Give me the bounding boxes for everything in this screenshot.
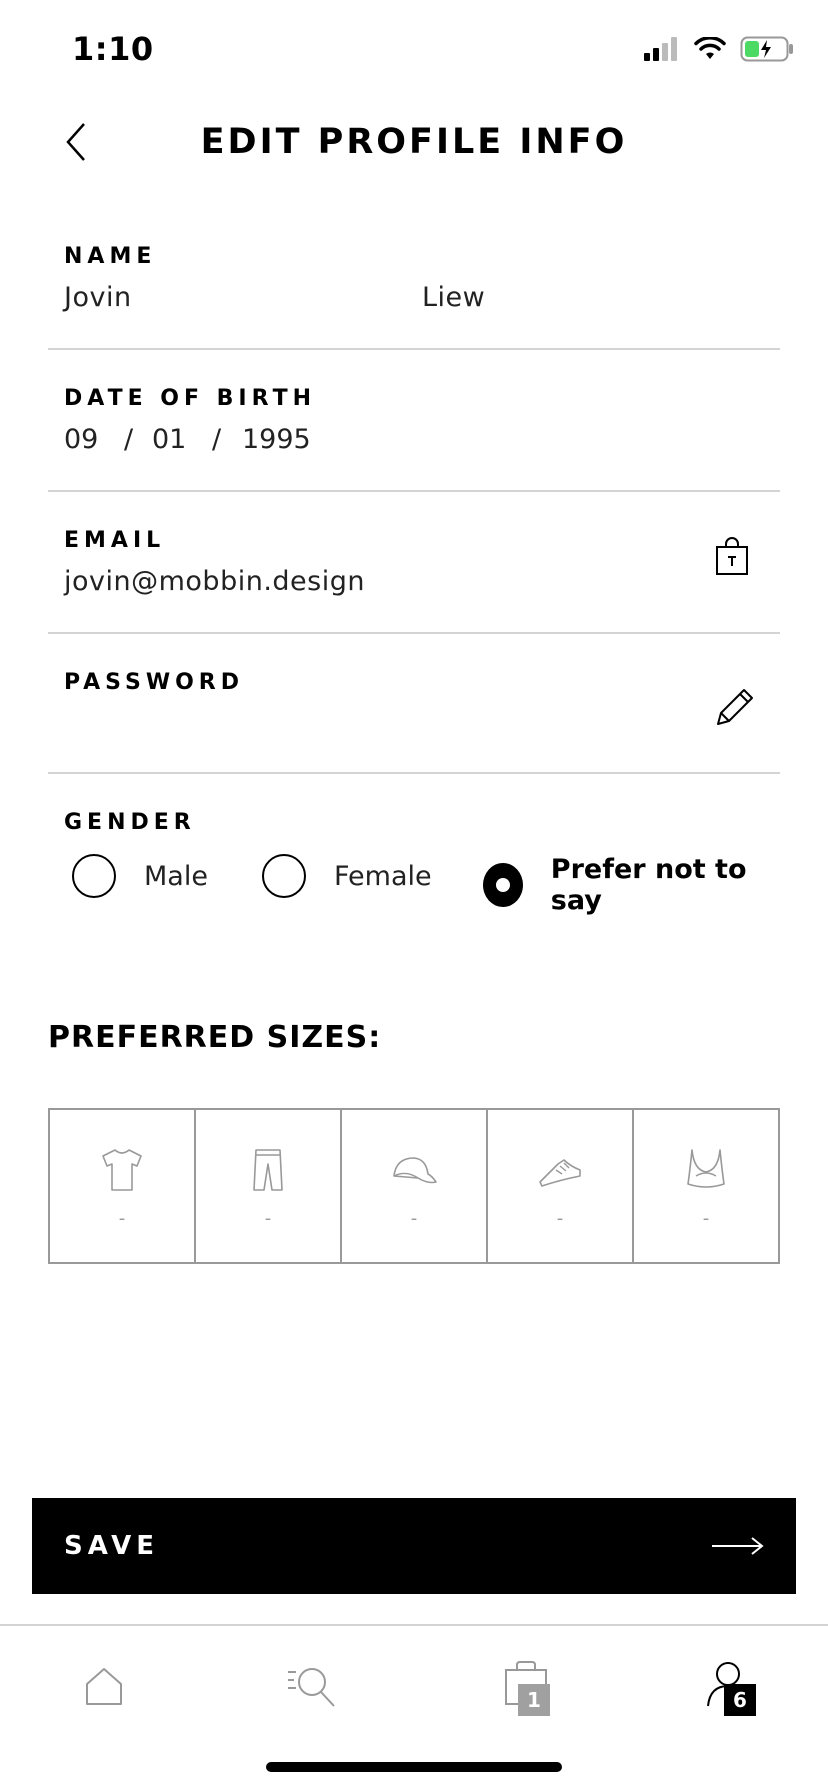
- tab-search[interactable]: [282, 1656, 342, 1716]
- size-value: -: [556, 1208, 564, 1229]
- gender-option-female[interactable]: Female: [262, 854, 432, 898]
- password-label: PASSWORD: [64, 670, 245, 695]
- lock-icon: [716, 537, 748, 575]
- dob-month-input[interactable]: 01: [152, 424, 186, 455]
- home-icon: [86, 1668, 122, 1705]
- radio-checked-icon[interactable]: [483, 863, 523, 907]
- gender-option-label: Female: [334, 860, 432, 892]
- dob-separator: /: [124, 424, 134, 455]
- first-name-input[interactable]: Jovin: [64, 282, 132, 313]
- cellular-signal-icon: [644, 37, 677, 61]
- bag-count-badge: 1: [518, 1684, 550, 1716]
- preferred-sizes-grid: - - - - -: [48, 1108, 780, 1264]
- arrow-right-icon: [712, 1537, 764, 1555]
- size-value: -: [118, 1208, 126, 1229]
- email-field: EMAIL jovin@mobbin.design: [48, 492, 780, 634]
- name-field: NAME Jovin Liew: [48, 222, 780, 350]
- pants-icon: [253, 1149, 283, 1191]
- tab-home[interactable]: [74, 1656, 134, 1716]
- dob-field: DATE OF BIRTH 09 / 01 / 1995: [48, 350, 780, 492]
- gender-option-label: Prefer not to say: [550, 854, 747, 916]
- email-value: jovin@mobbin.design: [64, 566, 365, 597]
- profile-count-badge: 6: [724, 1684, 756, 1716]
- name-label: NAME: [64, 244, 157, 269]
- dob-separator: /: [212, 424, 222, 455]
- email-label: EMAIL: [64, 528, 166, 553]
- gender-option-label: Male: [144, 860, 208, 892]
- dob-label: DATE OF BIRTH: [64, 386, 316, 411]
- wifi-icon: [694, 37, 726, 59]
- save-button[interactable]: SAVE: [32, 1498, 796, 1594]
- status-icons: [644, 36, 794, 62]
- shoe-icon: [539, 1159, 581, 1187]
- status-time: 1:10: [72, 30, 154, 68]
- dob-day-input[interactable]: 09: [64, 424, 98, 455]
- password-field: PASSWORD: [48, 634, 780, 774]
- header: EDIT PROFILE INFO: [0, 100, 828, 200]
- size-value: -: [702, 1208, 710, 1229]
- tshirt-icon: [102, 1149, 142, 1191]
- search-icon: [288, 1668, 335, 1707]
- radio-unchecked-icon[interactable]: [262, 854, 306, 898]
- preferred-sizes-title: PREFERRED SIZES:: [48, 1020, 382, 1055]
- last-name-input[interactable]: Liew: [422, 282, 485, 313]
- cap-icon: [393, 1157, 437, 1184]
- size-cell-bottom[interactable]: -: [196, 1110, 342, 1262]
- battery-charging-icon: [740, 36, 793, 62]
- page-title: EDIT PROFILE INFO: [200, 122, 628, 162]
- size-cell-sports-bra[interactable]: -: [634, 1110, 778, 1262]
- tab-profile[interactable]: 6: [698, 1656, 758, 1716]
- size-value: -: [264, 1208, 272, 1229]
- size-value: -: [410, 1208, 418, 1229]
- pencil-edit-icon[interactable]: [714, 684, 758, 728]
- size-cell-footwear[interactable]: -: [488, 1110, 634, 1262]
- gender-label: GENDER: [64, 810, 196, 835]
- dob-year-input[interactable]: 1995: [242, 424, 311, 455]
- home-indicator: [266, 1762, 562, 1772]
- tab-bag[interactable]: 1: [496, 1656, 556, 1716]
- size-cell-headwear[interactable]: -: [342, 1110, 488, 1262]
- size-cell-top[interactable]: -: [50, 1110, 196, 1262]
- gender-option-male[interactable]: Male: [72, 854, 208, 898]
- status-bar: 1:10: [0, 0, 828, 100]
- gender-field: GENDER Male Female Prefer not to say: [48, 774, 780, 934]
- radio-unchecked-icon[interactable]: [72, 854, 116, 898]
- gender-option-prefer-not-to-say[interactable]: Prefer not to say: [483, 854, 780, 916]
- sports-bra-icon: [687, 1149, 725, 1188]
- save-button-label: SAVE: [64, 1531, 159, 1561]
